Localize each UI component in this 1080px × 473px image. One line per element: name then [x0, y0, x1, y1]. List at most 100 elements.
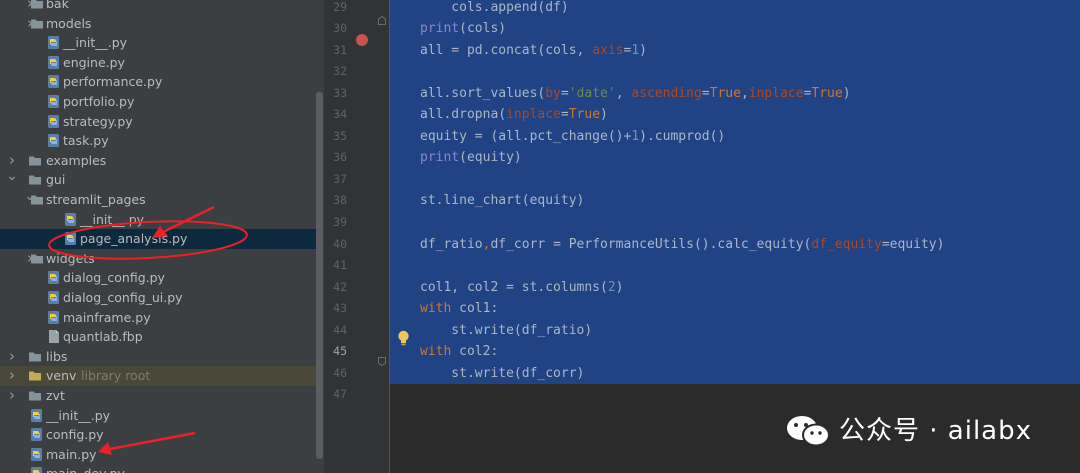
code-line[interactable]: all.dropna(inplace=True) — [420, 104, 608, 126]
tree-item-portfolio[interactable]: portfolio.py — [0, 92, 316, 112]
tree-item-task[interactable]: task.py — [0, 131, 316, 151]
tree-item-main[interactable]: main.py — [0, 445, 316, 465]
code-line[interactable]: st.line_chart(equity) — [420, 190, 584, 212]
tree-item-label: venv — [46, 368, 77, 384]
chevron-right-icon[interactable]: › — [6, 366, 18, 386]
line-number: 40 — [333, 236, 347, 251]
tree-item-widgets[interactable]: › widgets — [0, 249, 316, 269]
line-number: 45 — [333, 344, 347, 359]
python-file-icon — [47, 290, 61, 305]
tree-item-label: main_dev.py — [46, 464, 125, 473]
line-number: 29 — [333, 0, 347, 14]
fold-marker-icon[interactable] — [378, 16, 386, 25]
tree-item-bak[interactable]: › bak — [0, 0, 316, 14]
tree-item-strategy[interactable]: strategy.py — [0, 112, 316, 132]
code-line[interactable]: with col1: — [420, 298, 498, 320]
code-line[interactable]: print(cols) — [420, 18, 506, 40]
line-number: 46 — [333, 365, 347, 380]
tree-item-label: dialog_config.py — [63, 270, 165, 286]
tree-item-mainframe[interactable]: mainframe.py — [0, 308, 316, 328]
code-line[interactable]: cols.append(df) — [420, 0, 569, 18]
tree-item-init2[interactable]: __init__.py — [0, 210, 316, 230]
tree-item-init1[interactable]: __init__.py — [0, 33, 316, 53]
code-token: ) — [600, 107, 608, 123]
code-line[interactable]: with col2: — [420, 341, 498, 363]
line-number: 44 — [333, 322, 347, 337]
tree-item-label: config.py — [46, 427, 104, 443]
code-line[interactable]: col1, col2 = st.columns(2) — [420, 277, 624, 299]
line-number: 33 — [333, 85, 347, 100]
code-line[interactable]: df_ratio,df_corr = PerformanceUtils().ca… — [420, 234, 944, 256]
code-token: cols.append(df) — [420, 0, 569, 15]
python-file-icon — [30, 408, 44, 423]
folder-icon — [28, 153, 42, 168]
code-token: col1: — [459, 301, 499, 317]
code-token: all = pd.concat(cols, — [420, 42, 593, 58]
code-token: (equity) — [459, 150, 522, 166]
code-line[interactable]: st.write(df_corr) — [420, 363, 584, 385]
python-file-icon — [47, 270, 61, 285]
tree-item-label: mainframe.py — [63, 309, 151, 325]
tree-item-venv[interactable]: › venv library root — [0, 366, 316, 386]
tree-item-gui[interactable]: ⌄ gui — [0, 170, 316, 190]
code-token: inplace — [748, 85, 804, 101]
tree-item-main_dev[interactable]: main_dev.py — [0, 464, 316, 473]
tree-item-label: zvt — [46, 388, 65, 403]
library-root-note: library root — [81, 368, 151, 384]
code-token: ).cumprod() — [639, 128, 726, 144]
chevron-right-icon[interactable]: › — [6, 386, 18, 406]
tree-item-engine[interactable]: engine.py — [0, 53, 316, 73]
folder-icon — [28, 172, 42, 187]
tree-item-libs[interactable]: › libs — [0, 347, 316, 367]
chevron-right-icon[interactable]: › — [6, 151, 18, 171]
folder-icon — [30, 251, 44, 266]
tree-item-label: examples — [46, 152, 107, 168]
code-token: st.line_chart(equity) — [420, 193, 585, 209]
tree-item-label: models — [46, 15, 92, 31]
breakpoint-marker[interactable] — [356, 34, 368, 46]
tree-item-init3[interactable]: __init__.py — [0, 406, 316, 426]
tree-item-label: quantlab.fbp — [63, 329, 143, 345]
code-line[interactable]: all = pd.concat(cols, axis=1) — [420, 40, 647, 62]
code-token: print — [420, 150, 460, 166]
tree-item-performance[interactable]: performance.py — [0, 72, 316, 92]
tree-item-dialog_config_ui[interactable]: dialog_config_ui.py — [0, 288, 316, 308]
tree-item-dialog_config[interactable]: dialog_config.py — [0, 268, 316, 288]
tree-item-models[interactable]: › models — [0, 14, 316, 34]
code-line[interactable]: equity = (all.pct_change()+1).cumprod() — [420, 126, 725, 148]
code-line[interactable]: print(equity) — [420, 147, 522, 169]
tree-item-label: page_analysis.py — [80, 231, 188, 247]
code-token: all.dropna( — [420, 107, 507, 123]
chevron-right-icon[interactable]: › — [6, 347, 18, 367]
tree-item-config[interactable]: config.py — [0, 425, 316, 445]
line-number: 37 — [333, 171, 347, 186]
code-token: with — [420, 344, 460, 360]
code-token: 'date' — [568, 85, 616, 101]
code-token: axis — [592, 42, 624, 58]
project-tree-scrollbar-thumb[interactable] — [316, 92, 323, 459]
tree-item-streamlit_pages[interactable]: ⌄ streamlit_pages — [0, 189, 316, 210]
tree-item-label: streamlit_pages — [46, 192, 146, 207]
tree-item-label: portfolio.py — [63, 94, 135, 109]
lightbulb-icon[interactable] — [397, 330, 410, 347]
tree-item-quantlab[interactable]: quantlab.fbp — [0, 327, 316, 347]
tree-item-zvt[interactable]: › zvt — [0, 386, 316, 406]
tree-item-examples[interactable]: › examples — [0, 151, 316, 171]
tree-item-label: dialog_config_ui.py — [63, 290, 183, 305]
line-number: 35 — [333, 128, 347, 143]
code-token: True — [568, 107, 601, 123]
code-line[interactable]: all.sort_values(by='date', ascending=Tru… — [420, 83, 851, 105]
code-token: True — [709, 85, 741, 101]
fold-marker-icon[interactable] — [378, 357, 386, 366]
line-number: 47 — [333, 387, 347, 402]
line-number: 41 — [333, 258, 347, 273]
tree-item-label: engine.py — [63, 54, 125, 70]
chevron-down-icon[interactable]: ⌄ — [6, 170, 18, 190]
tree-item-label: __init__.py — [46, 407, 111, 423]
code-token: st.write(df_ratio) — [420, 322, 593, 338]
code-line[interactable]: st.write(df_ratio) — [420, 320, 592, 342]
tree-item-page_analysis[interactable]: page_analysis.py — [0, 229, 316, 249]
folder-icon — [30, 16, 44, 31]
watermark-text: 公众号 · ailabx — [839, 416, 1032, 446]
tree-item-label: performance.py — [63, 74, 163, 90]
